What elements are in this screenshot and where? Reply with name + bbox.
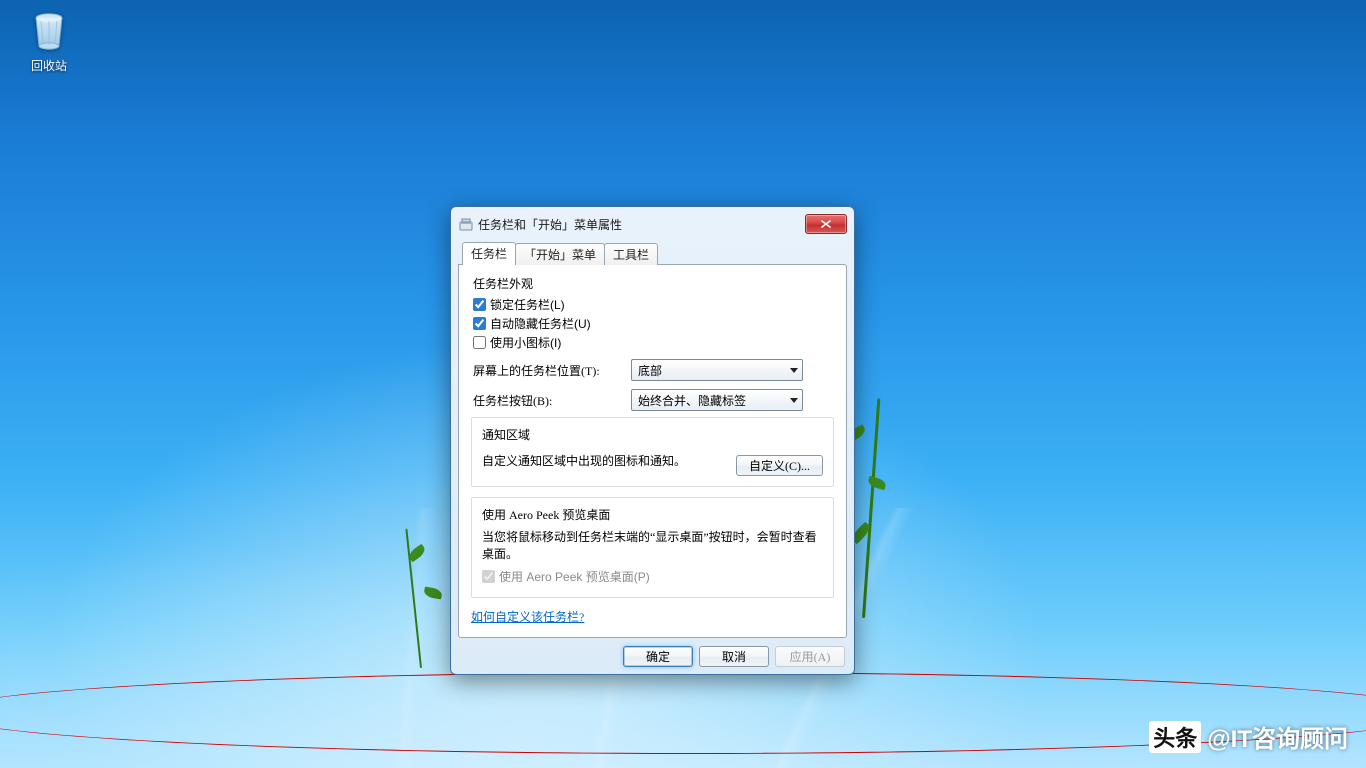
group-aero-peek-legend: 使用 Aero Peek 预览桌面 <box>482 506 823 523</box>
label-taskbar-buttons: 任务栏按钮(B): <box>473 392 631 409</box>
watermark-prefix: 头条 <box>1149 721 1201 753</box>
row-taskbar-buttons: 任务栏按钮(B): 始终合并、隐藏标签 <box>473 389 832 411</box>
tab-toolbars[interactable]: 工具栏 <box>604 243 658 265</box>
checkbox-aero-peek: 使用 Aero Peek 预览桌面(P) <box>482 568 823 585</box>
chevron-down-icon <box>790 398 798 403</box>
apply-button[interactable]: 应用(A) <box>775 646 845 667</box>
checkbox-autohide-taskbar[interactable]: 自动隐藏任务栏(U) <box>473 315 832 332</box>
tab-taskbar[interactable]: 任务栏 <box>462 242 516 265</box>
checkbox-small-icons-label: 使用小图标(I) <box>490 334 561 351</box>
checkbox-lock-taskbar-label: 锁定任务栏(L) <box>490 296 565 313</box>
dialog-titlebar[interactable]: 任务栏和「开始」菜单属性 <box>458 213 847 235</box>
group-appearance-legend: 任务栏外观 <box>473 275 832 292</box>
checkbox-lock-taskbar[interactable]: 锁定任务栏(L) <box>473 296 832 313</box>
watermark-handle: @IT咨询顾问 <box>1207 719 1348 754</box>
combo-taskbar-position-value: 底部 <box>638 362 662 379</box>
recycle-bin-icon[interactable]: 回收站 <box>12 8 86 74</box>
close-icon <box>821 220 831 228</box>
window-icon <box>458 216 474 232</box>
notification-desc: 自定义通知区域中出现的图标和通知。 <box>482 453 686 470</box>
recycle-bin-label: 回收站 <box>12 57 86 74</box>
label-taskbar-position: 屏幕上的任务栏位置(T): <box>473 362 631 379</box>
wallpaper-leaf <box>867 476 887 490</box>
combo-taskbar-buttons-value: 始终合并、隐藏标签 <box>638 392 746 409</box>
checkbox-aero-peek-label: 使用 Aero Peek 预览桌面(P) <box>499 568 650 585</box>
checkbox-autohide-taskbar-label: 自动隐藏任务栏(U) <box>490 315 591 332</box>
wallpaper-leaf <box>423 587 442 600</box>
cancel-button[interactable]: 取消 <box>699 646 769 667</box>
wallpaper-leaf <box>407 544 427 563</box>
checkbox-autohide-taskbar-input[interactable] <box>473 317 486 330</box>
group-appearance: 任务栏外观 锁定任务栏(L) 自动隐藏任务栏(U) 使用小图标(I) 屏幕上的任… <box>471 275 834 417</box>
dialog-button-bar: 确定 取消 应用(A) <box>458 646 847 667</box>
trash-icon <box>27 8 71 52</box>
dialog-title: 任务栏和「开始」菜单属性 <box>478 216 805 233</box>
customize-button[interactable]: 自定义(C)... <box>736 455 823 476</box>
ok-button[interactable]: 确定 <box>623 646 693 667</box>
checkbox-small-icons-input[interactable] <box>473 336 486 349</box>
watermark: 头条 @IT咨询顾问 <box>1149 719 1348 754</box>
close-button[interactable] <box>805 214 847 234</box>
taskbar-properties-dialog: 任务栏和「开始」菜单属性 任务栏 「开始」菜单 工具栏 任务栏外观 锁定任务栏(… <box>450 206 855 675</box>
tab-content: 任务栏外观 锁定任务栏(L) 自动隐藏任务栏(U) 使用小图标(I) 屏幕上的任… <box>458 264 847 638</box>
tab-strip: 任务栏 「开始」菜单 工具栏 <box>458 241 847 264</box>
aero-peek-desc: 当您将鼠标移动到任务栏末端的“显示桌面”按钮时，会暂时查看桌面。 <box>482 529 823 564</box>
help-link[interactable]: 如何自定义该任务栏? <box>471 610 584 624</box>
chevron-down-icon <box>790 368 798 373</box>
desktop[interactable]: 回收站 任务栏和「开始」菜单属性 任务栏 「开始」菜单 工具栏 任务栏外观 <box>0 0 1366 768</box>
checkbox-small-icons[interactable]: 使用小图标(I) <box>473 334 832 351</box>
group-aero-peek: 使用 Aero Peek 预览桌面 当您将鼠标移动到任务栏末端的“显示桌面”按钮… <box>471 497 834 598</box>
group-notification-area: 通知区域 自定义通知区域中出现的图标和通知。 自定义(C)... <box>471 417 834 487</box>
checkbox-aero-peek-input <box>482 570 495 583</box>
combo-taskbar-buttons[interactable]: 始终合并、隐藏标签 <box>631 389 803 411</box>
row-taskbar-position: 屏幕上的任务栏位置(T): 底部 <box>473 359 832 381</box>
checkbox-lock-taskbar-input[interactable] <box>473 298 486 311</box>
combo-taskbar-position[interactable]: 底部 <box>631 359 803 381</box>
group-notification-legend: 通知区域 <box>482 426 823 443</box>
tab-start-menu[interactable]: 「开始」菜单 <box>515 243 605 265</box>
